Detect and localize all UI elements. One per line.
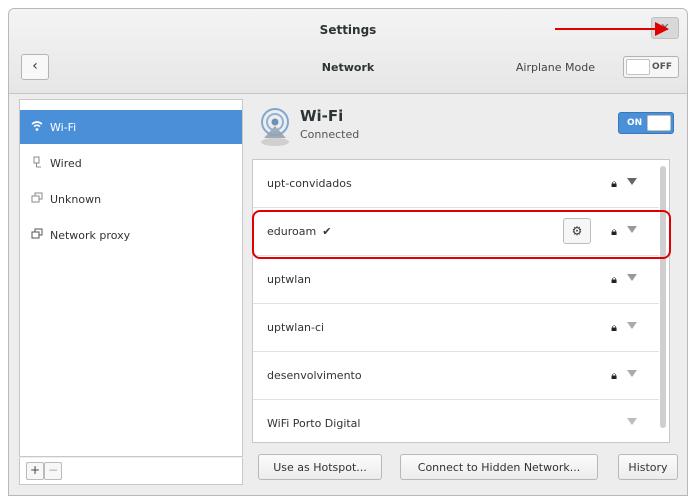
network-row-upt-convidados[interactable]: upt-convidados 🔒︎	[253, 160, 659, 208]
signal-icon	[627, 224, 637, 237]
network-row-uptwlan[interactable]: uptwlan 🔒︎	[253, 256, 659, 304]
sidebar-item-network-proxy[interactable]: Network proxy	[20, 218, 242, 252]
lock-icon: 🔒︎	[611, 177, 617, 190]
toggle-knob	[626, 59, 650, 75]
sidebar-item-label: Unknown	[50, 192, 102, 206]
network-name: uptwlan	[267, 273, 312, 286]
lock-icon: 🔒︎	[611, 369, 617, 382]
wifi-status: Connected	[300, 128, 360, 141]
header-bar: Settings ✕ ‹ Network Airplane Mode OFF	[9, 9, 687, 94]
wifi-title: Wi-Fi	[300, 107, 344, 125]
wifi-icon	[30, 120, 44, 134]
remove-connection-button[interactable]: −	[44, 462, 62, 480]
network-row-eduroam[interactable]: eduroam ✔ ⚙ 🔒︎	[253, 208, 659, 256]
network-name: desenvolvimento	[267, 369, 362, 382]
network-row-wifi-porto-digital[interactable]: WiFi Porto Digital	[253, 400, 659, 442]
gear-icon: ⚙	[571, 224, 583, 238]
wifi-toggle-label: ON	[627, 118, 643, 128]
toggle-knob	[647, 115, 671, 131]
history-button[interactable]: History	[618, 454, 678, 480]
annotation-arrow-head	[655, 22, 669, 36]
network-icon	[30, 192, 44, 206]
signal-icon	[627, 368, 637, 381]
signal-icon	[627, 320, 637, 333]
sidebar-item-wifi[interactable]: Wi-Fi	[20, 110, 242, 144]
add-connection-button[interactable]: +	[26, 462, 44, 480]
network-name: upt-convidados	[267, 177, 352, 190]
network-row-uptwlan-ci[interactable]: uptwlan-ci 🔒︎	[253, 304, 659, 352]
sidebar-item-label: Wired	[50, 156, 82, 170]
wifi-toggle[interactable]: ON	[618, 112, 674, 134]
lock-icon: 🔒︎	[611, 225, 617, 238]
signal-icon	[627, 176, 637, 189]
network-row-desenvolvimento[interactable]: desenvolvimento 🔒︎	[253, 352, 659, 400]
annotation-arrow-line	[555, 28, 655, 30]
airplane-toggle-label: OFF	[652, 62, 672, 72]
network-name: uptwlan-ci	[267, 321, 325, 334]
network-name: eduroam ✔	[267, 225, 332, 238]
wifi-device-icon	[255, 104, 295, 148]
lock-icon: 🔒︎	[611, 273, 617, 286]
sidebar-item-wired[interactable]: Wired	[20, 146, 242, 180]
connect-hidden-network-button[interactable]: Connect to Hidden Network...	[400, 454, 598, 480]
network-list: upt-convidados 🔒︎ eduroam ✔ ⚙ 🔒︎ uptwlan …	[252, 159, 670, 443]
proxy-icon	[30, 228, 44, 242]
sidebar-item-unknown[interactable]: Unknown	[20, 182, 242, 216]
sidebar-item-label: Wi-Fi	[50, 120, 77, 134]
airplane-mode-label: Airplane Mode	[515, 61, 595, 74]
lock-icon: 🔒︎	[611, 321, 617, 334]
airplane-mode-toggle[interactable]: OFF	[623, 56, 679, 78]
sidebar-toolbar: + −	[19, 458, 243, 485]
network-sidebar: Wi-Fi Wired Unknown Network proxy	[19, 99, 243, 457]
network-settings-button[interactable]: ⚙	[563, 218, 591, 244]
wired-icon	[30, 156, 44, 170]
scrollbar[interactable]	[660, 166, 666, 428]
check-icon: ✔	[322, 225, 332, 238]
window-title: Settings	[319, 23, 377, 37]
use-as-hotspot-button[interactable]: Use as Hotspot...	[258, 454, 382, 480]
network-name: WiFi Porto Digital	[267, 417, 361, 430]
signal-icon	[627, 416, 637, 429]
sidebar-item-label: Network proxy	[50, 228, 131, 242]
signal-icon	[627, 272, 637, 285]
